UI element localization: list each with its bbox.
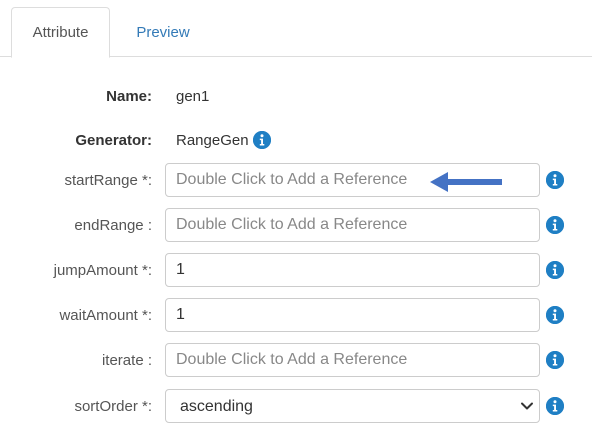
tab-bar: Attribute Preview <box>0 0 592 58</box>
generator-value: RangeGen <box>176 131 249 149</box>
name-label: Name: <box>106 87 152 105</box>
jump-amount-label: jumpAmount *: <box>53 261 152 279</box>
sort-order-row: sortOrder *: ascending <box>0 388 592 424</box>
tab-attribute[interactable]: Attribute <box>11 7 110 58</box>
sort-order-select[interactable]: ascending <box>165 389 540 423</box>
wait-amount-input[interactable] <box>165 298 540 332</box>
end-range-label: endRange : <box>74 216 152 234</box>
iterate-label: iterate : <box>101 351 152 369</box>
wait-amount-row: waitAmount *: <box>0 297 592 333</box>
generator-label: Generator: <box>75 131 152 149</box>
info-icon[interactable] <box>252 131 271 149</box>
generator-row: Generator: RangeGen <box>0 122 592 158</box>
info-icon[interactable] <box>546 397 564 415</box>
info-icon[interactable] <box>546 171 564 189</box>
start-range-label: startRange *: <box>64 171 152 189</box>
tab-preview[interactable]: Preview <box>118 7 208 58</box>
wait-amount-label: waitAmount *: <box>59 306 152 324</box>
end-range-row: endRange : <box>0 207 592 243</box>
end-range-input[interactable] <box>165 208 540 242</box>
iterate-input[interactable] <box>165 343 540 377</box>
sort-order-label: sortOrder *: <box>74 397 152 415</box>
jump-amount-input[interactable] <box>165 253 540 287</box>
info-icon[interactable] <box>546 306 564 324</box>
info-icon[interactable] <box>546 261 564 279</box>
jump-amount-row: jumpAmount *: <box>0 252 592 288</box>
start-range-row: startRange *: <box>0 162 592 198</box>
name-value: gen1 <box>176 87 210 105</box>
info-icon[interactable] <box>546 351 564 369</box>
arrow-left-icon <box>430 172 502 192</box>
generator-value-wrap: RangeGen <box>176 122 271 158</box>
iterate-row: iterate : <box>0 342 592 378</box>
name-row: Name: gen1 <box>0 78 592 114</box>
info-icon[interactable] <box>546 216 564 234</box>
